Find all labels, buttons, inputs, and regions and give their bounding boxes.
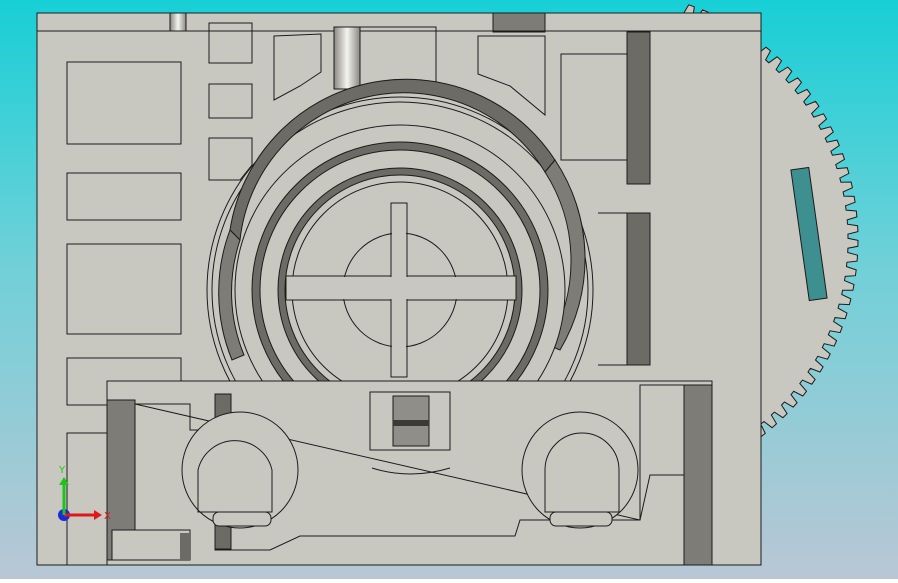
vertical-pin <box>333 26 361 90</box>
center-window-band <box>393 420 429 426</box>
cross-vertical-cover <box>392 204 406 376</box>
dark-bar-lower <box>626 212 651 366</box>
cad-model-view[interactable]: X Y <box>0 0 898 579</box>
bore-left-lip <box>212 511 272 527</box>
x-axis-label: X <box>104 511 111 522</box>
bore-right <box>521 411 639 529</box>
lower-step <box>111 529 191 561</box>
y-axis-label: Y <box>58 465 66 476</box>
dark-bar-upper <box>626 31 651 185</box>
lower-block[interactable] <box>106 380 713 566</box>
bore-right-lip <box>549 511 613 527</box>
lower-right-dark <box>683 384 713 566</box>
bore-left <box>181 411 299 529</box>
graphics-viewport[interactable]: X Y <box>0 0 898 579</box>
lower-step-shadow <box>180 533 190 560</box>
top-dark-tab <box>492 12 546 33</box>
top-pin <box>169 12 187 32</box>
